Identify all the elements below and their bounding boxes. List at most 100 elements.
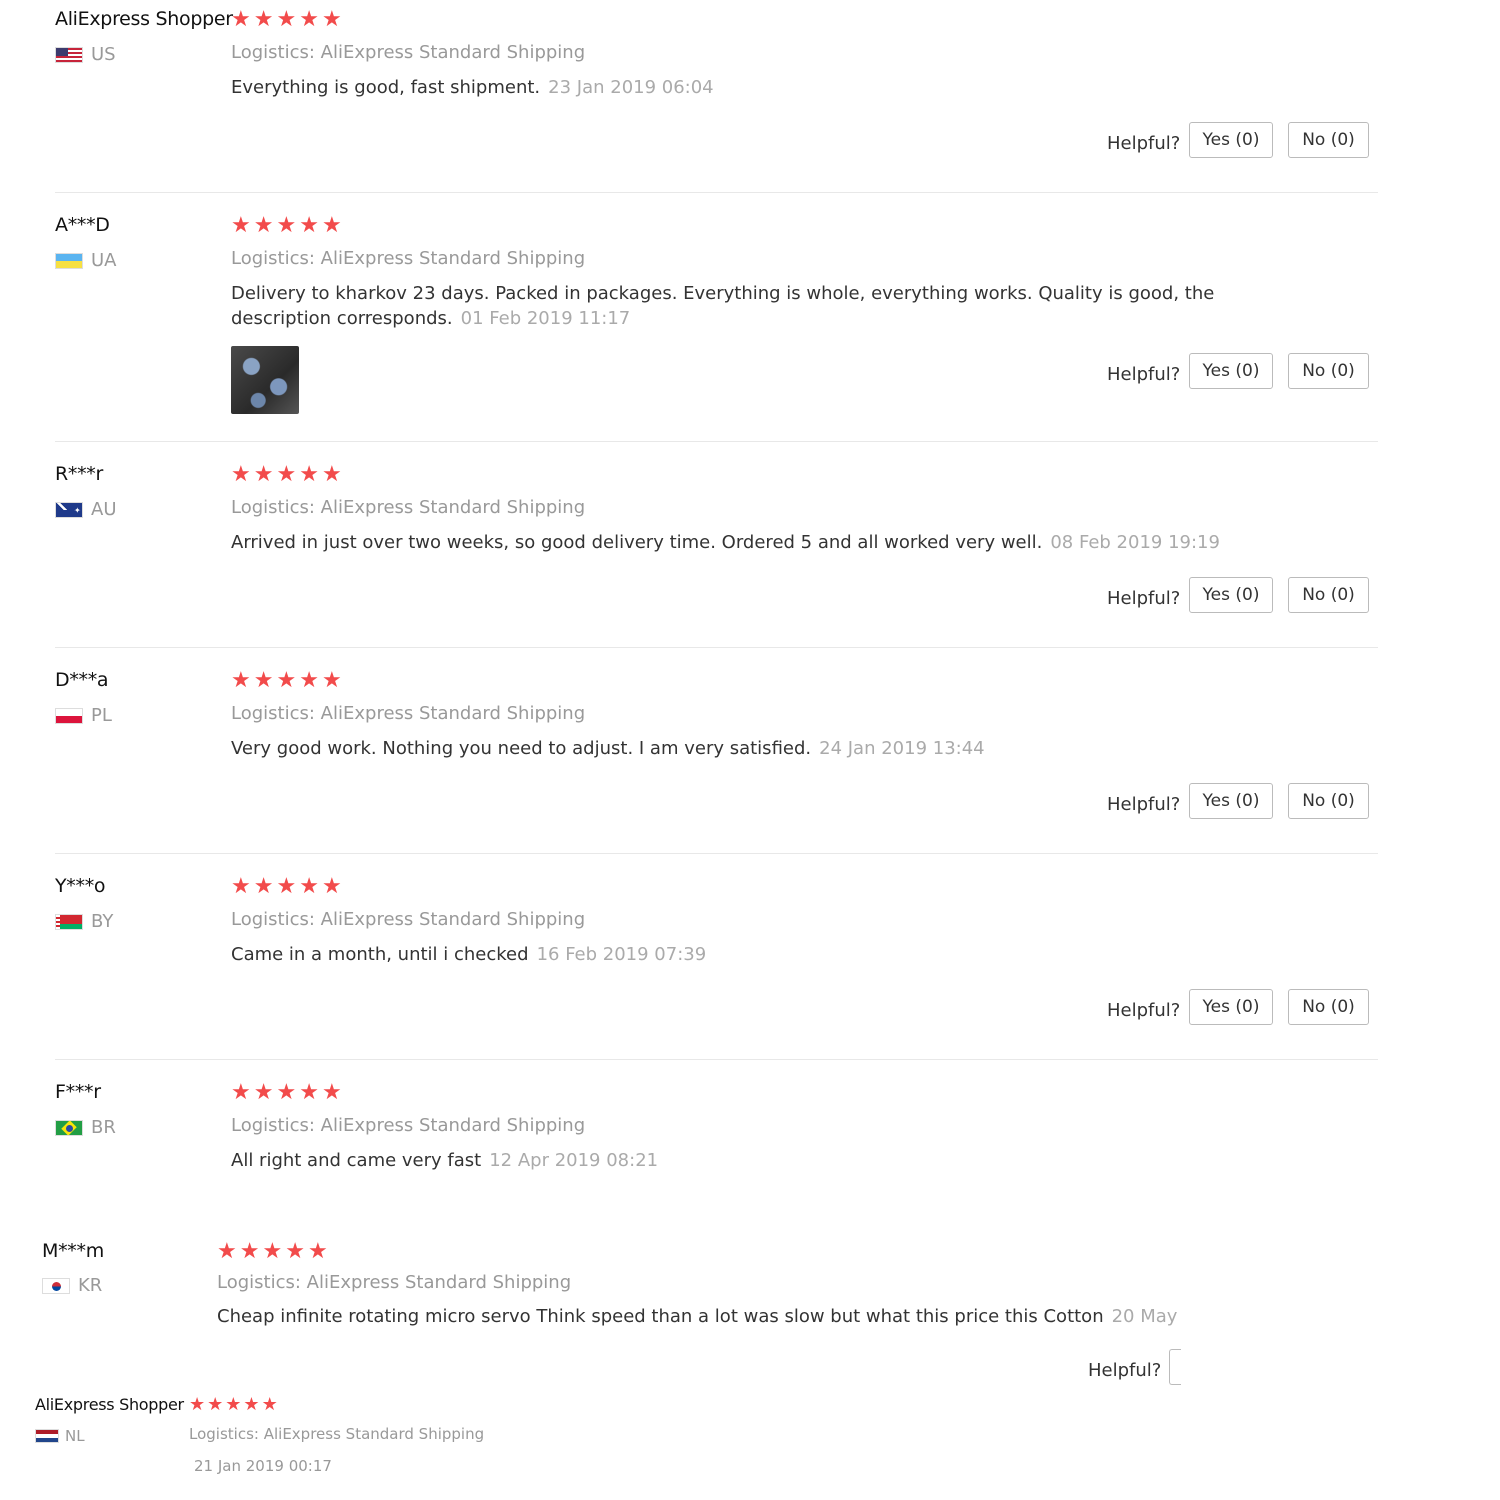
star-icon: ★ — [253, 668, 274, 693]
review-divider — [55, 853, 1378, 854]
reviewer-name: F***r — [55, 1081, 101, 1103]
review-text: Came in a month, until i checked 16 Feb 2… — [231, 942, 1271, 967]
helpful-yes-button[interactable]: Yes (0) — [1189, 989, 1273, 1025]
helpful-label: Helpful? — [1107, 588, 1181, 609]
star-icon: ★ — [189, 1394, 206, 1415]
star-rating: ★ ★ ★ ★ ★ — [217, 1241, 328, 1263]
star-icon: ★ — [253, 874, 274, 899]
review-body: Cheap infinite rotating micro servo Thin… — [217, 1306, 1104, 1327]
review-body: Very good work. Nothing you need to adju… — [231, 738, 812, 759]
star-icon: ★ — [262, 1239, 283, 1264]
star-icon: ★ — [276, 7, 297, 32]
review-divider — [55, 1059, 1378, 1060]
star-icon: ★ — [243, 1394, 260, 1415]
logistics-info: Logistics: AliExpress Standard Shipping — [231, 248, 585, 269]
helpful-yes-button-cropped[interactable] — [1169, 1349, 1181, 1385]
logistics-info: Logistics: AliExpress Standard Shipping — [231, 909, 585, 930]
review-date: 16 Feb 2019 07:39 — [536, 944, 707, 965]
review-divider — [55, 647, 1378, 648]
star-icon: ★ — [299, 874, 319, 899]
review-text: 21 Jan 2019 00:17 — [189, 1454, 1229, 1479]
review-date: 01 Feb 2019 11:17 — [460, 308, 631, 329]
review-date: 08 Feb 2019 19:19 — [1050, 532, 1220, 553]
country-code: BY — [91, 911, 114, 932]
logistics-value: AliExpress Standard Shipping — [320, 248, 586, 269]
logistics-info: Logistics: AliExpress Standard Shipping — [231, 497, 585, 518]
country-code: KR — [78, 1275, 103, 1296]
review-date: 24 Jan 2019 13:44 — [819, 738, 985, 759]
helpful-no-button[interactable]: No (0) — [1288, 989, 1369, 1025]
review-divider — [55, 441, 1378, 442]
helpful-yes-button[interactable]: Yes (0) — [1189, 353, 1273, 389]
star-icon: ★ — [307, 1239, 328, 1264]
star-icon: ★ — [207, 1394, 224, 1415]
review-text: Arrived in just over two weeks, so good … — [231, 530, 1271, 555]
review-text: All right and came very fast 12 Apr 2019 … — [231, 1148, 1271, 1173]
star-icon: ★ — [231, 7, 251, 32]
logistics-label: Logistics: — [189, 1425, 259, 1443]
star-icon: ★ — [299, 1080, 319, 1105]
flag-pl-icon — [55, 707, 83, 724]
star-icon: ★ — [239, 1239, 260, 1264]
star-icon: ★ — [261, 1394, 278, 1415]
helpful-label: Helpful? — [1107, 1000, 1181, 1021]
review-text: Cheap infinite rotating micro servo Thin… — [217, 1304, 1181, 1329]
review-date: 23 Jan 2019 06:04 — [548, 77, 714, 98]
star-rating: ★ ★ ★ ★ ★ — [231, 464, 342, 486]
reviewer-country: UA — [55, 250, 117, 271]
star-rating: ★ ★ ★ ★ ★ — [231, 670, 342, 692]
helpful-no-button[interactable]: No (0) — [1288, 353, 1369, 389]
helpful-yes-button[interactable]: Yes (0) — [1189, 122, 1273, 158]
star-icon: ★ — [321, 874, 342, 899]
flag-ua-icon — [55, 252, 83, 269]
country-code: NL — [65, 1427, 85, 1445]
helpful-label: Helpful? — [1107, 364, 1181, 385]
logistics-value: AliExpress Standard Shipping — [320, 497, 586, 518]
reviewer-name: R***r — [55, 463, 104, 485]
helpful-label: Helpful? — [1088, 1360, 1162, 1381]
reviewer-country: BY — [55, 911, 113, 932]
review-divider — [55, 192, 1378, 193]
logistics-label: Logistics: — [231, 1115, 315, 1136]
logistics-info: Logistics: AliExpress Standard Shipping — [231, 1115, 585, 1136]
star-icon: ★ — [276, 1080, 297, 1105]
helpful-no-button[interactable]: No (0) — [1288, 783, 1369, 819]
star-icon: ★ — [276, 668, 297, 693]
helpful-no-button[interactable]: No (0) — [1288, 122, 1369, 158]
logistics-label: Logistics: — [231, 248, 315, 269]
review-date: 21 Jan 2019 00:17 — [194, 1457, 332, 1475]
country-code: US — [91, 44, 116, 65]
star-icon: ★ — [253, 1080, 274, 1105]
country-code: PL — [91, 705, 112, 726]
review-body: All right and came very fast — [231, 1150, 482, 1171]
reviewer-country: PL — [55, 705, 112, 726]
logistics-label: Logistics: — [217, 1272, 301, 1293]
star-icon: ★ — [321, 668, 342, 693]
flag-kr-icon — [42, 1277, 70, 1294]
logistics-info: Logistics: AliExpress Standard Shipping — [189, 1425, 484, 1443]
review-photo-thumbnail[interactable] — [231, 346, 299, 414]
star-icon: ★ — [217, 1239, 237, 1264]
star-icon: ★ — [231, 1080, 251, 1105]
logistics-value: AliExpress Standard Shipping — [320, 703, 586, 724]
flag-us-icon — [55, 46, 83, 63]
star-icon: ★ — [299, 7, 319, 32]
review-body: Came in a month, until i checked — [231, 944, 529, 965]
reviewer-name: AliExpress Shopper — [35, 1395, 184, 1414]
star-icon: ★ — [321, 1080, 342, 1105]
reviewer-name: A***D — [55, 214, 110, 236]
review-text: Delivery to kharkov 23 days. Packed in p… — [231, 281, 1271, 331]
reviewer-country: US — [55, 44, 116, 65]
reviewer-name: AliExpress Shopper — [55, 8, 233, 30]
star-rating: ★ ★ ★ ★ ★ — [231, 9, 342, 31]
flag-nl-icon — [35, 1429, 59, 1443]
helpful-label: Helpful? — [1107, 133, 1181, 154]
reviewer-country: NL — [35, 1427, 85, 1445]
review-body: Delivery to kharkov 23 days. Packed in p… — [231, 283, 1215, 329]
star-icon: ★ — [276, 213, 297, 238]
review-date: 12 Apr 2019 08:21 — [489, 1150, 659, 1171]
helpful-no-button[interactable]: No (0) — [1288, 577, 1369, 613]
logistics-label: Logistics: — [231, 42, 315, 63]
helpful-yes-button[interactable]: Yes (0) — [1189, 783, 1273, 819]
helpful-yes-button[interactable]: Yes (0) — [1189, 577, 1273, 613]
